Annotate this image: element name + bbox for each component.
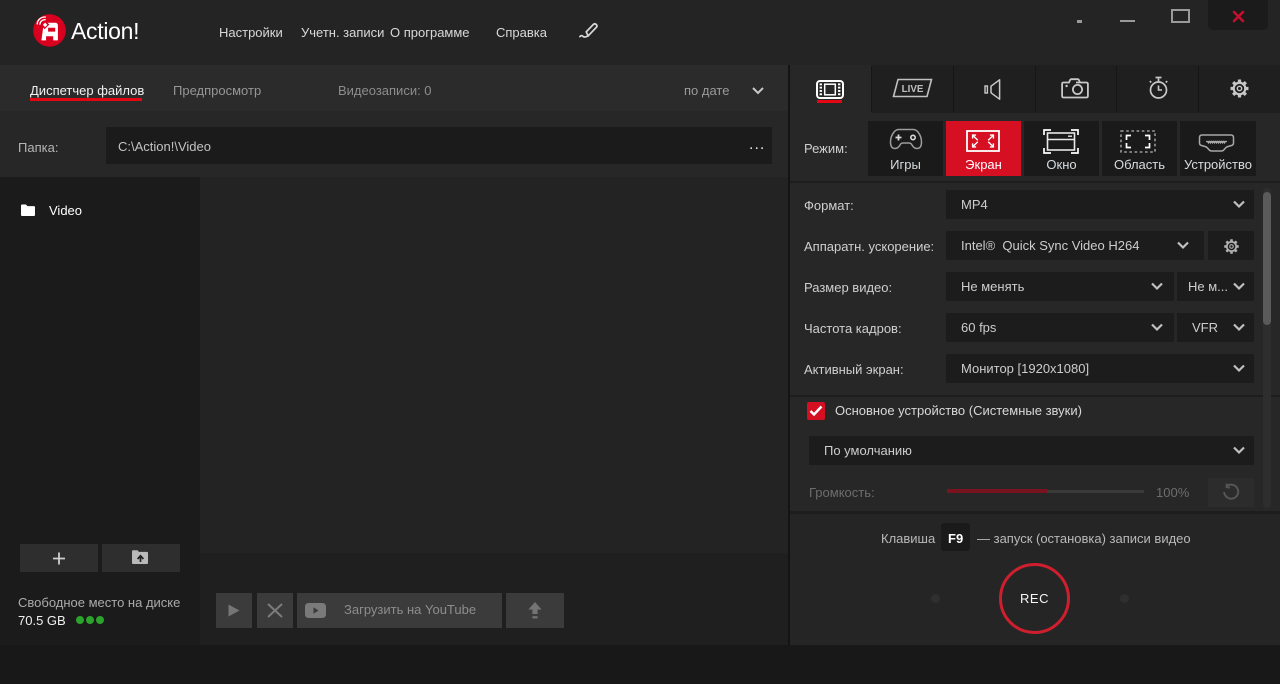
svg-text:LIVE: LIVE (902, 84, 924, 95)
